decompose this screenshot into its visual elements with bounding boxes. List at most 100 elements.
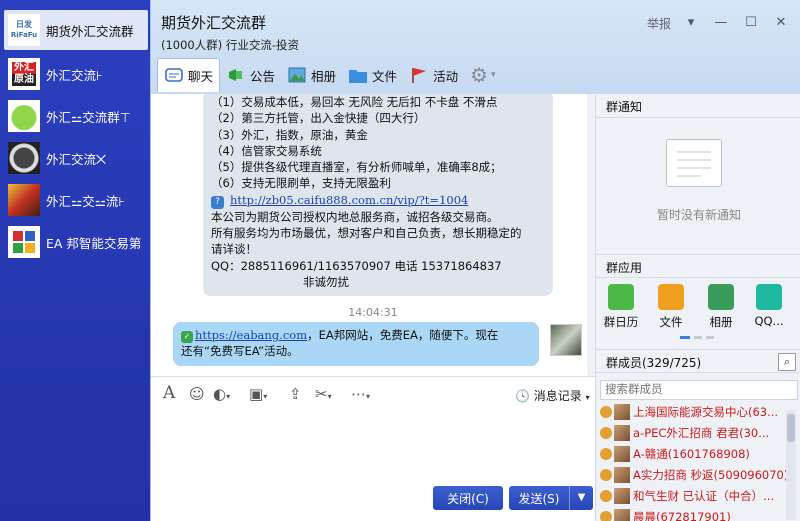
session-item-futures-group[interactable]: 日发 RiFaFu 期货外汇交流群 <box>4 10 148 50</box>
session-item-forex-1[interactable]: 外汇 原油 外汇交流⊦ <box>4 54 148 94</box>
member-row[interactable]: 晨晨(672817901) <box>600 507 786 521</box>
group-avatar <box>8 142 40 174</box>
app-calendar[interactable]: 群日历 <box>598 284 644 330</box>
member-avatar <box>614 404 630 420</box>
member-avatar <box>614 488 630 504</box>
group-title: 期货外汇交流群 <box>161 14 267 32</box>
settings-chevron-icon[interactable]: ▾ <box>681 12 701 32</box>
clock-icon: 🕓 <box>515 389 530 403</box>
report-link[interactable]: 举报 <box>647 15 671 32</box>
close-button[interactable]: 关闭(C) <box>433 486 503 510</box>
notice-empty-text: 暂时没有新通知 <box>656 208 741 222</box>
chat-window: 期货外汇交流群 (1000人群) 行业交流-投资 举报 ▾ — ☐ ✕ 聊天 公… <box>150 0 800 521</box>
gif-icon[interactable]: ◐▾ <box>213 385 230 403</box>
notice-header: 群通知 <box>596 94 800 118</box>
session-item-forex-3[interactable]: 外汇交流⨉ <box>4 138 148 178</box>
ea-bang-logo-icon <box>8 226 40 258</box>
member-role-icon <box>600 469 612 481</box>
member-avatar <box>614 446 630 462</box>
member-row[interactable]: 上海国际能源交易中心(63... <box>600 402 786 422</box>
link-shield-icon: ? <box>211 195 224 209</box>
eabang-link[interactable]: https://eabang.com <box>195 328 307 342</box>
member-scroll-thumb[interactable] <box>787 414 795 442</box>
session-item-ea-bang[interactable]: EA 邦智能交易第 <box>4 222 148 262</box>
tab-activity[interactable]: 活动 <box>403 58 464 92</box>
session-label: 外汇交流⊦ <box>46 67 103 83</box>
message-area[interactable]: （1）交易成本低，易回本 无风险 无后扣 不卡盘 不滑点 （2）第三方托管，出入… <box>151 94 595 376</box>
member-scrollbar[interactable] <box>786 410 796 520</box>
session-item-forex-2[interactable]: 外汇⚍交流群⊤ <box>4 96 148 136</box>
feature-tabs: 聊天 公告 相册 文件 活动 ⚙ ▾ <box>157 58 502 92</box>
member-role-icon <box>600 427 612 439</box>
member-row[interactable]: A-赣通(1601768908) <box>600 444 786 464</box>
input-toolbar: A ☺ ◐▾ ▣▾ ⇪ ✂▾ ⋯▾ 🕓 消息记录 ▾ <box>151 376 595 410</box>
font-icon[interactable]: A <box>163 383 175 403</box>
group-avatar <box>8 184 40 216</box>
emoji-icon[interactable]: ☺ <box>189 385 205 403</box>
member-search-input[interactable] <box>600 380 798 400</box>
image-icon[interactable]: ▣▾ <box>249 385 267 403</box>
app-files[interactable]: 文件 <box>648 284 694 330</box>
session-label: EA 邦智能交易第 <box>46 235 142 251</box>
message-bubble-received: （1）交易成本低，易回本 无风险 无后扣 不卡盘 不滑点 （2）第三方托管，出入… <box>203 94 553 296</box>
search-icon[interactable]: ⌕ <box>778 353 796 371</box>
member-row[interactable]: A实力招商 秒返(509096070) <box>600 465 786 485</box>
app-qq-phone[interactable]: QQ... <box>746 284 792 328</box>
message-history-button[interactable]: 🕓 消息记录 ▾ <box>515 387 590 404</box>
group-avatar: 外汇 原油 <box>8 58 40 90</box>
folder-icon <box>658 284 684 310</box>
more-icon[interactable]: ⋯▾ <box>351 385 370 403</box>
sender-avatar[interactable] <box>550 324 582 356</box>
apple-avatar-icon <box>8 100 40 132</box>
scissors-icon[interactable]: ✂▾ <box>315 385 332 403</box>
message-scrollbar[interactable] <box>587 94 595 376</box>
member-row[interactable]: a-PEC外汇招商 君君(30... <box>600 423 786 443</box>
member-role-icon <box>600 448 612 460</box>
tab-announcement[interactable]: 公告 <box>220 58 281 92</box>
tab-album[interactable]: 相册 <box>281 58 342 92</box>
photo-icon <box>708 284 734 310</box>
session-label: 期货外汇交流群 <box>46 23 134 39</box>
message-timestamp: 14:04:31 <box>348 306 398 319</box>
apps-header: 群应用 <box>596 254 800 278</box>
member-avatar <box>614 467 630 483</box>
session-list: 日发 RiFaFu 期货外汇交流群 外汇 原油 外汇交流⊦ 外汇⚍交流群⊤ 外汇交流… <box>0 0 150 521</box>
apps-pager[interactable] <box>680 336 720 340</box>
message-bubble-sent: ✓ https://eabang.com，EA邦网站，免费EA，随便下。现在 还有… <box>173 322 539 366</box>
folder-icon <box>349 70 368 83</box>
right-panel: 群通知 暂时没有新通知 群应用 群日历 文件 相册 QQ... 群成员(329/… <box>595 94 800 521</box>
title-bar: 期货外汇交流群 (1000人群) 行业交流-投资 举报 ▾ — ☐ ✕ 聊天 公… <box>151 0 800 94</box>
megaphone-icon <box>229 69 243 81</box>
notice-board-icon <box>666 139 722 187</box>
flag-icon <box>412 68 427 83</box>
tab-more-settings[interactable]: ⚙ ▾ <box>464 58 501 92</box>
session-label: 外汇⚍交流群⊤ <box>46 109 131 125</box>
member-avatar <box>614 425 630 441</box>
session-label: 外汇⚍交⚍流⊦ <box>46 193 125 209</box>
safe-link-icon: ✓ <box>181 331 193 343</box>
upload-icon[interactable]: ⇪ <box>289 385 302 403</box>
session-label: 外汇交流⨉ <box>46 151 107 167</box>
session-item-forex-4[interactable]: 外汇⚍交⚍流⊦ <box>4 180 148 220</box>
photo-icon <box>288 67 306 83</box>
tab-files[interactable]: 文件 <box>342 58 403 92</box>
member-row[interactable]: 和气生财 已认证（中合）... <box>600 486 786 506</box>
member-role-icon <box>600 406 612 418</box>
minimize-button[interactable]: — <box>711 12 731 32</box>
vip-link[interactable]: http://zb05.caifu888.com.cn/vip/?t=1004 <box>230 193 468 207</box>
chat-bubble-icon <box>165 67 183 82</box>
member-avatar <box>614 509 630 521</box>
member-role-icon <box>600 511 612 521</box>
group-avatar: 日发 RiFaFu <box>8 14 40 46</box>
close-window-button[interactable]: ✕ <box>771 12 791 32</box>
send-button[interactable]: 发送(S) ▼ <box>509 486 593 510</box>
gear-icon: ⚙ <box>470 63 489 87</box>
group-subtitle: (1000人群) 行业交流-投资 <box>161 38 300 52</box>
message-input[interactable]: 关闭(C) 发送(S) ▼ <box>151 410 595 521</box>
send-options-chevron-icon[interactable]: ▼ <box>569 486 593 510</box>
members-header: 群成员(329/725) <box>596 349 800 373</box>
phone-icon <box>756 284 782 310</box>
tab-chat[interactable]: 聊天 <box>157 58 221 92</box>
app-album[interactable]: 相册 <box>698 284 744 330</box>
maximize-button[interactable]: ☐ <box>741 12 761 32</box>
